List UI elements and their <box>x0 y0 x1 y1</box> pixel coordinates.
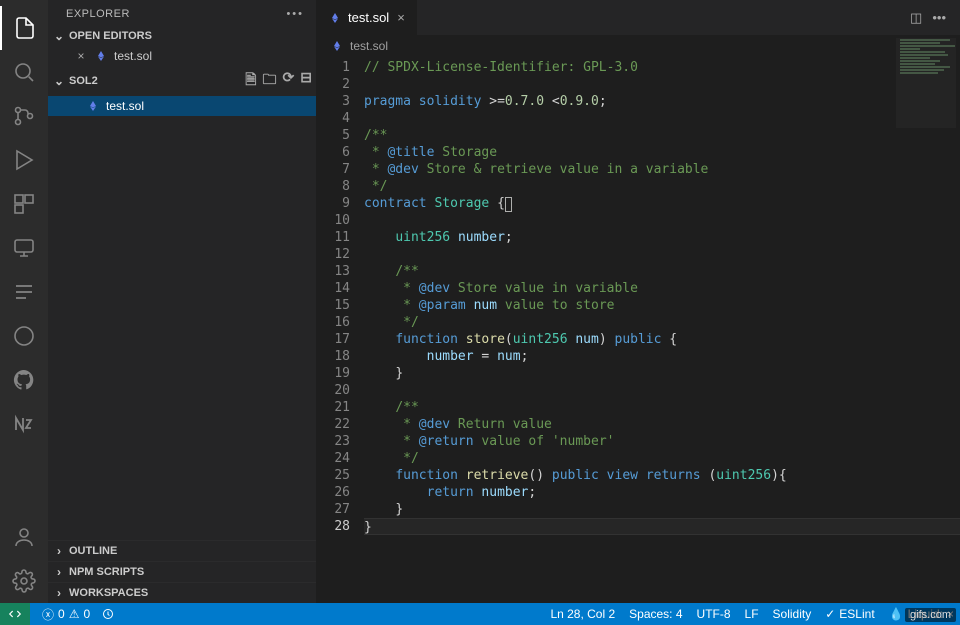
new-file-icon[interactable]: 🗎 <box>245 69 256 93</box>
tab-title: test.sol <box>348 10 389 25</box>
remote-explorer-icon[interactable] <box>0 226 48 270</box>
chevron-right-icon: › <box>52 565 66 579</box>
breadcrumb-item: test.sol <box>350 39 388 53</box>
n2-icon[interactable] <box>0 402 48 446</box>
activity-bar <box>0 0 48 603</box>
status-eol[interactable]: LF <box>745 607 759 621</box>
close-icon[interactable]: × <box>74 49 88 63</box>
solidity-icon[interactable] <box>0 314 48 358</box>
list-icon[interactable] <box>0 270 48 314</box>
open-editor-item[interactable]: × test.sol <box>48 46 316 66</box>
file-name-label: test.sol <box>114 49 152 63</box>
solidity-file-icon <box>94 49 108 63</box>
breadcrumb[interactable]: test.sol <box>316 35 960 57</box>
split-editor-icon[interactable]: ◫ <box>910 10 922 26</box>
solidity-file-icon <box>86 99 100 113</box>
workspaces-label: WORKSPACES <box>69 587 148 599</box>
source-control-icon[interactable] <box>0 94 48 138</box>
status-eslint[interactable]: ✓ESLint <box>825 607 874 621</box>
status-ports[interactable] <box>102 608 114 620</box>
remote-indicator[interactable] <box>0 603 30 625</box>
search-icon[interactable] <box>0 50 48 94</box>
tab-more-icon[interactable]: ••• <box>932 10 946 25</box>
npm-scripts-label: NPM SCRIPTS <box>69 566 144 578</box>
file-tree-item[interactable]: test.sol <box>48 96 316 116</box>
settings-gear-icon[interactable] <box>0 559 48 603</box>
status-lncol[interactable]: Ln 28, Col 2 <box>550 607 615 621</box>
status-spaces[interactable]: Spaces: 4 <box>629 607 682 621</box>
outline-section[interactable]: › OUTLINE <box>48 540 316 561</box>
new-folder-icon[interactable]: 🗀 <box>263 69 277 93</box>
explorer-sidebar: EXPLORER ••• ⌄ OPEN EDITORS × test.sol ⌄… <box>48 0 316 603</box>
explorer-more-icon[interactable]: ••• <box>286 8 304 20</box>
error-icon: ⓧ <box>42 606 54 623</box>
warning-icon: ⚠ <box>69 607 80 621</box>
collapse-icon[interactable]: ⊟ <box>300 69 312 93</box>
code-editor[interactable]: 1234567891011121314151617181920212223242… <box>316 57 960 603</box>
close-tab-icon[interactable]: × <box>395 10 407 25</box>
minimap[interactable] <box>896 38 956 128</box>
open-editors-section[interactable]: ⌄ OPEN EDITORS <box>48 26 316 46</box>
editor-tab[interactable]: test.sol × <box>316 0 418 35</box>
folder-section[interactable]: ⌄ SOL2 🗎 🗀 ⟳ ⊟ <box>48 66 316 96</box>
github-icon[interactable] <box>0 358 48 402</box>
explorer-title: EXPLORER <box>66 8 130 20</box>
chevron-down-icon: ⌄ <box>52 74 66 88</box>
outline-label: OUTLINE <box>69 545 117 557</box>
droplet-icon: 💧 <box>889 607 904 621</box>
account-icon[interactable] <box>0 515 48 559</box>
file-name-label: test.sol <box>106 99 144 113</box>
watermark: gifs.com <box>905 608 956 622</box>
status-language[interactable]: Solidity <box>773 607 812 621</box>
status-bar: ⓧ0 ⚠0 Ln 28, Col 2 Spaces: 4 UTF-8 LF So… <box>0 603 960 625</box>
status-encoding[interactable]: UTF-8 <box>697 607 731 621</box>
chevron-right-icon: › <box>52 586 66 600</box>
files-icon[interactable] <box>0 6 48 50</box>
workspaces-section[interactable]: › WORKSPACES <box>48 582 316 603</box>
open-editors-label: OPEN EDITORS <box>69 30 152 42</box>
refresh-icon[interactable]: ⟳ <box>283 69 295 93</box>
npm-scripts-section[interactable]: › NPM SCRIPTS <box>48 561 316 582</box>
solidity-file-icon <box>328 11 342 25</box>
folder-label: SOL2 <box>69 75 98 87</box>
editor-area: test.sol × ◫ ••• test.sol 12345678910111… <box>316 0 960 603</box>
tab-bar: test.sol × ◫ ••• <box>316 0 960 35</box>
status-problems[interactable]: ⓧ0 ⚠0 <box>42 606 90 623</box>
check-icon: ✓ <box>825 607 835 621</box>
chevron-right-icon: › <box>52 544 66 558</box>
solidity-file-icon <box>330 39 344 53</box>
run-icon[interactable] <box>0 138 48 182</box>
extensions-icon[interactable] <box>0 182 48 226</box>
chevron-down-icon: ⌄ <box>52 29 66 43</box>
